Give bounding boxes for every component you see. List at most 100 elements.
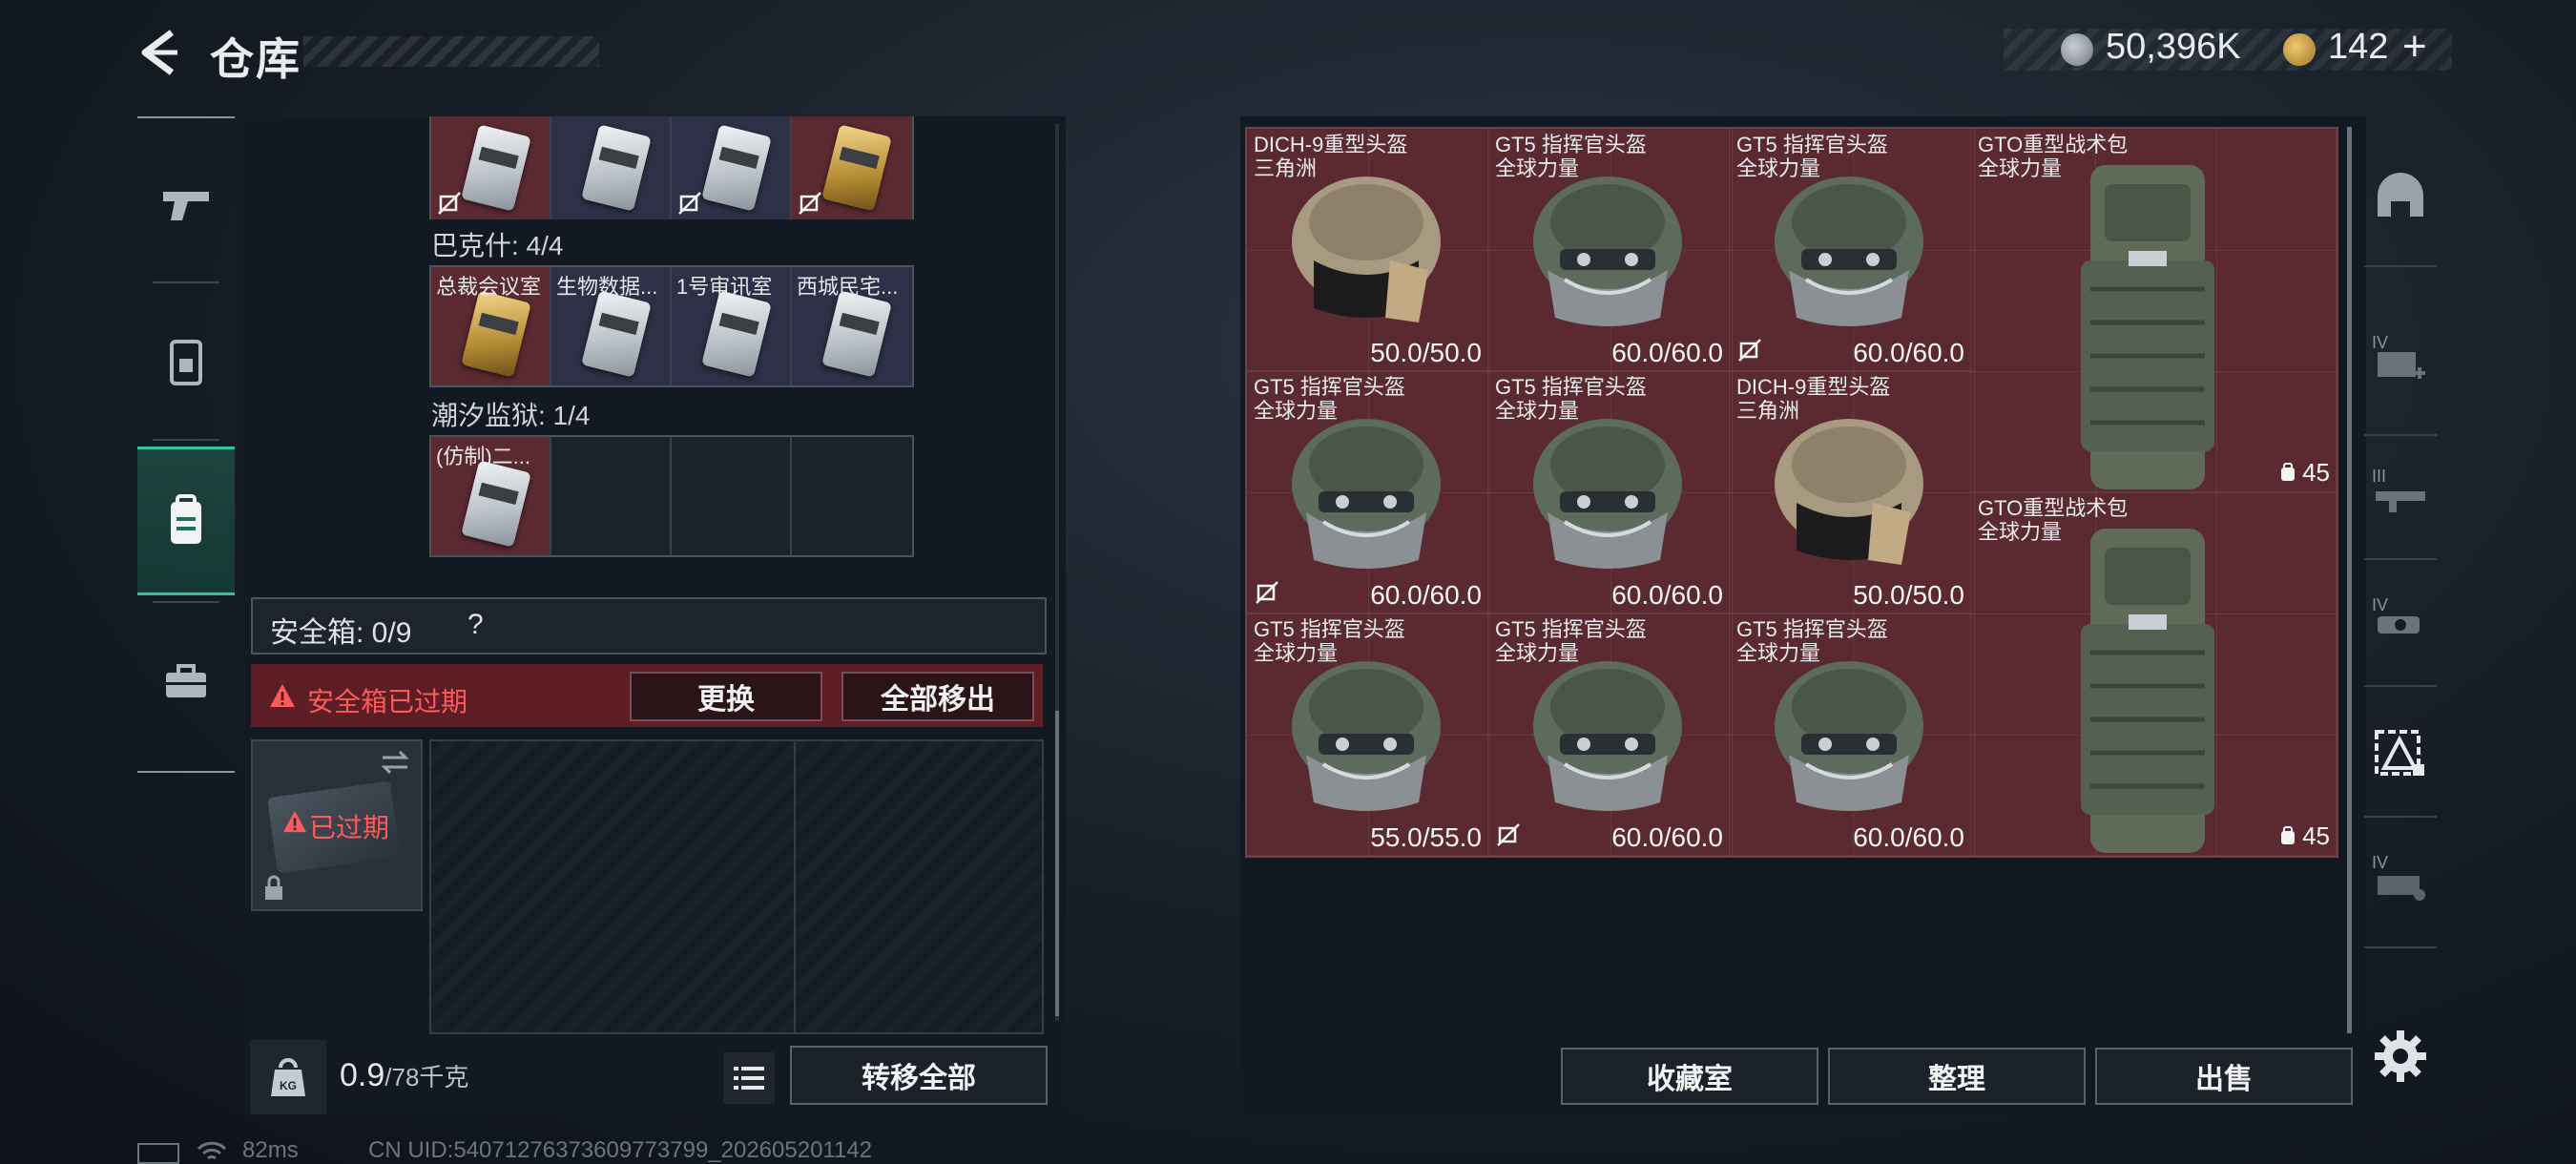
rail-tab-medical[interactable]: IV bbox=[2361, 305, 2440, 420]
rail-item-case[interactable] bbox=[137, 611, 235, 754]
keycard-slot[interactable]: 总裁会议室 bbox=[431, 267, 551, 385]
replace-button[interactable]: 更换 bbox=[630, 672, 822, 721]
item-name: GTO重型战术包 全球力量 bbox=[1978, 496, 2129, 544]
weight-icon: KG bbox=[271, 1058, 305, 1096]
keycard-row-tide: (仿制)二... bbox=[429, 435, 914, 557]
swap-icon bbox=[381, 750, 409, 775]
no-insure-icon bbox=[799, 192, 821, 215]
section-bakshi-label: 巴克什: 4/4 bbox=[431, 231, 564, 260]
keycard-slot[interactable] bbox=[551, 116, 672, 219]
move-all-out-button[interactable]: 全部移出 bbox=[841, 672, 1034, 721]
item-durability: 60.0/60.0 bbox=[1853, 822, 1964, 852]
tier-label: IV bbox=[2372, 333, 2389, 352]
item-name: DICH-9重型头盔 三角洲 bbox=[1254, 133, 1408, 180]
item-durability: 60.0/60.0 bbox=[1611, 338, 1723, 367]
keycard-icon bbox=[581, 290, 652, 378]
keycard-slot[interactable] bbox=[431, 116, 551, 219]
gold-currency-value: 142 bbox=[2328, 27, 2389, 67]
rail-divider bbox=[2364, 558, 2437, 560]
lock-icon bbox=[265, 875, 282, 900]
tactical-backpack-icon bbox=[2081, 165, 2214, 489]
commander-helmet-icon bbox=[1775, 177, 1923, 326]
scrollbar-thumb[interactable] bbox=[1055, 711, 1059, 1016]
settings-gear-icon[interactable] bbox=[2371, 1027, 2430, 1086]
rail-tab-helmets[interactable] bbox=[2361, 138, 2440, 253]
safebox-help-button[interactable]: ? bbox=[467, 609, 484, 641]
keycard-slot[interactable]: (仿制)二... bbox=[431, 437, 551, 555]
rail-tab-parts[interactable]: IV bbox=[2361, 568, 2440, 682]
sell-button[interactable]: 出售 bbox=[2095, 1048, 2353, 1105]
stash-item-helmet[interactable]: GT5 指挥官头盔 全球力量 60.0/60.0 bbox=[1488, 129, 1730, 371]
no-insure-icon bbox=[678, 192, 701, 215]
weight-current: 0.9 bbox=[340, 1057, 385, 1093]
keycard-icon bbox=[461, 460, 531, 548]
rail-item-weapons[interactable] bbox=[137, 134, 235, 277]
keycard-name: 1号审讯室 bbox=[676, 275, 773, 299]
keycard-row-bakshi: 总裁会议室 生物数据... 1号审讯室 西城民宅... bbox=[429, 265, 914, 387]
add-currency-button[interactable]: + bbox=[2402, 23, 2427, 71]
stash-item-helmet[interactable]: DICH-9重型头盔 三角洲 50.0/50.0 bbox=[1247, 129, 1488, 371]
stash-item-helmet[interactable]: GT5 指挥官头盔 全球力量 55.0/55.0 bbox=[1247, 613, 1488, 856]
tier-label: IV bbox=[2372, 595, 2389, 614]
commander-helmet-icon bbox=[1533, 177, 1682, 326]
rail-tab-safebox-active[interactable] bbox=[2361, 696, 2440, 811]
empty-slot[interactable] bbox=[672, 437, 792, 555]
rail-divider bbox=[2364, 434, 2437, 436]
weight-capacity: 0.9/78千克 bbox=[340, 1057, 468, 1094]
commander-helmet-icon bbox=[1292, 661, 1441, 811]
keycard-slot[interactable]: 生物数据... bbox=[551, 267, 672, 385]
item-name: GT5 指挥官头盔 全球力量 bbox=[1736, 133, 1888, 180]
title-decoration bbox=[303, 36, 599, 67]
keycard-icon bbox=[701, 124, 772, 212]
no-insure-icon bbox=[438, 192, 461, 215]
empty-slot[interactable] bbox=[551, 437, 672, 555]
stash-item-helmet[interactable]: GT5 指挥官头盔 全球力量 60.0/60.0 bbox=[1488, 371, 1730, 613]
stash-item-helmet[interactable]: GT5 指挥官头盔 全球力量 60.0/60.0 bbox=[1730, 129, 1971, 371]
keycard-name: 西城民宅... bbox=[797, 275, 899, 299]
keycard-name: 总裁会议室 bbox=[436, 275, 542, 299]
no-insure-icon bbox=[1738, 339, 1761, 362]
rail-item-equipment[interactable] bbox=[137, 291, 235, 434]
back-arrow-icon[interactable] bbox=[134, 27, 185, 78]
transfer-all-button[interactable]: 转移全部 bbox=[790, 1046, 1048, 1105]
safebox-grid[interactable] bbox=[429, 739, 1044, 1034]
battery-icon bbox=[137, 1143, 179, 1164]
stash-item-helmet[interactable]: DICH-9重型头盔 三角洲 50.0/50.0 bbox=[1730, 371, 1971, 613]
wifi-icon bbox=[197, 1141, 227, 1160]
stash-item-helmet[interactable]: GT5 指挥官头盔 全球力量 60.0/60.0 bbox=[1247, 371, 1488, 613]
sort-button[interactable]: 整理 bbox=[1828, 1048, 2086, 1105]
rail-tab-ammo[interactable]: IV bbox=[2361, 825, 2440, 940]
item-name: GT5 指挥官头盔 全球力量 bbox=[1495, 133, 1647, 180]
keycard-icon bbox=[821, 290, 892, 378]
collection-room-button[interactable]: 收藏室 bbox=[1561, 1048, 1818, 1105]
rail-tab-weapons[interactable]: III bbox=[2361, 439, 2440, 553]
keycard-icon bbox=[581, 124, 652, 212]
keycard-slot[interactable]: 西城民宅... bbox=[792, 267, 912, 385]
safebox-icon bbox=[2375, 730, 2424, 776]
keycard-slot[interactable] bbox=[792, 116, 912, 219]
stash-item-helmet[interactable]: GT5 指挥官头盔 全球力量 60.0/60.0 bbox=[1730, 613, 1971, 856]
keycard-name: (仿制)二... bbox=[436, 445, 530, 468]
commander-helmet-icon bbox=[1775, 661, 1923, 811]
keycard-slot[interactable] bbox=[672, 116, 792, 219]
item-name: GT5 指挥官头盔 全球力量 bbox=[1254, 375, 1405, 423]
stash-item-backpack[interactable]: GTO重型战术包 全球力量 45 bbox=[1971, 492, 2337, 856]
no-insure-icon bbox=[1256, 581, 1278, 604]
item-durability: 50.0/50.0 bbox=[1370, 338, 1482, 367]
keycard-slot[interactable]: 1号审讯室 bbox=[672, 267, 792, 385]
empty-slot[interactable] bbox=[792, 437, 912, 555]
page-title: 仓库 bbox=[210, 34, 301, 84]
pistol-icon bbox=[163, 192, 209, 220]
tan-helmet-icon bbox=[1292, 177, 1441, 322]
stash-item-helmet[interactable]: GT5 指挥官头盔 全球力量 60.0/60.0 bbox=[1488, 613, 1730, 856]
commander-helmet-icon bbox=[1292, 419, 1441, 569]
stash-item-backpack[interactable]: GTO重型战术包 全球力量 45 bbox=[1971, 129, 2337, 492]
list-view-button[interactable] bbox=[723, 1052, 775, 1104]
rail-divider bbox=[2364, 946, 2437, 948]
rail-item-backpack[interactable] bbox=[137, 447, 235, 595]
item-name: GT5 指挥官头盔 全球力量 bbox=[1495, 375, 1647, 423]
item-name: GT5 指挥官头盔 全球力量 bbox=[1254, 617, 1405, 665]
rail-divider bbox=[153, 439, 219, 441]
stash-scrollbar[interactable] bbox=[2347, 127, 2352, 1033]
no-insure-icon bbox=[1497, 823, 1520, 846]
